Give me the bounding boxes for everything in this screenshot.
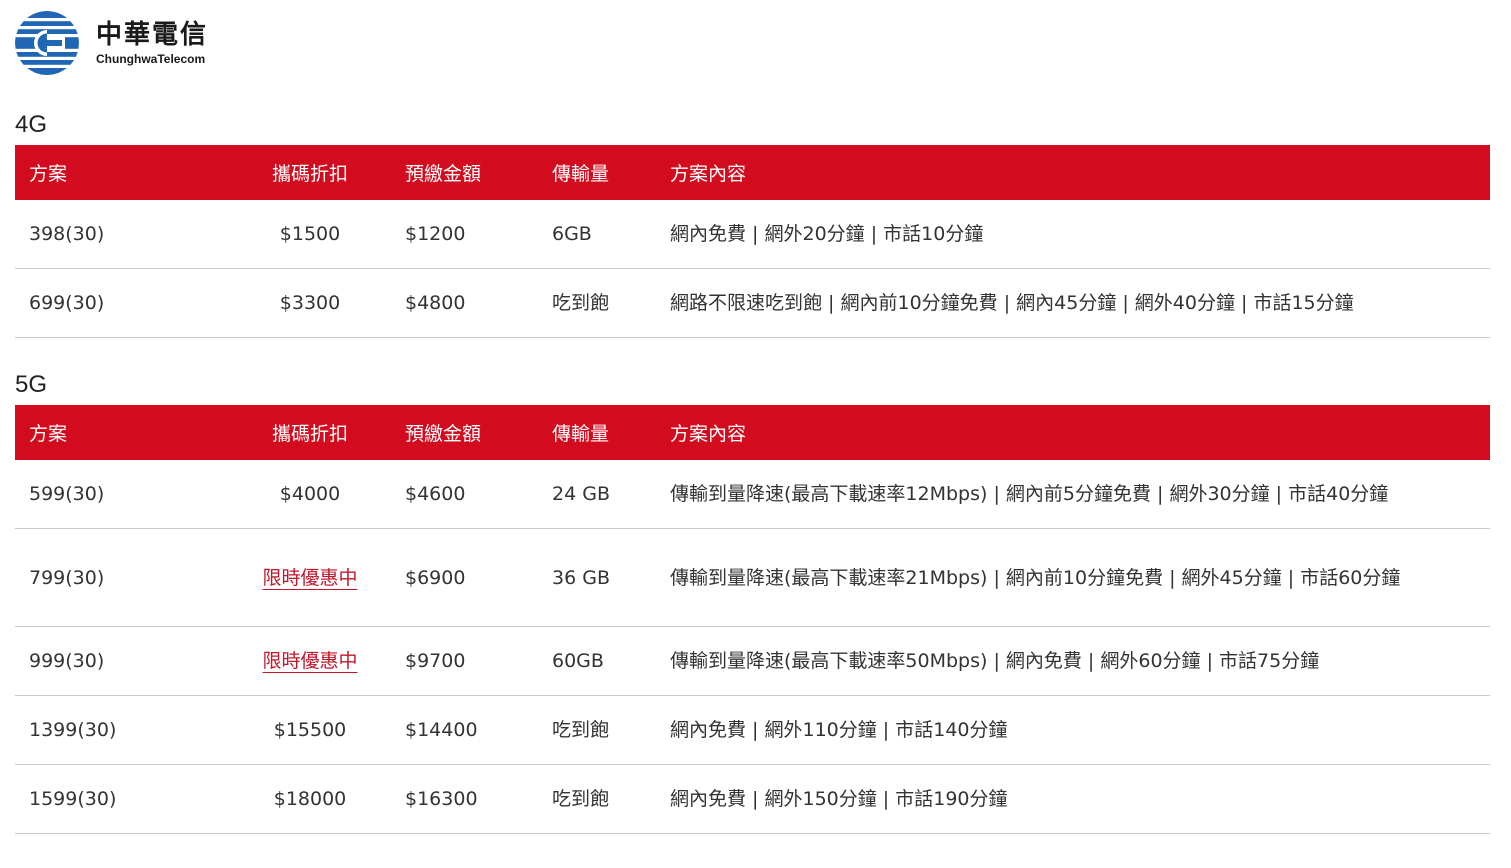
cell-content: 網內免費 | 網外20分鐘 | 市話10分鐘 xyxy=(656,200,1490,269)
cell-discount: $3300 xyxy=(229,268,391,338)
cell-discount: 限時優惠中 xyxy=(229,528,391,627)
table-row: 1599(30) $18000 $16300 吃到飽 網內免費 | 網外150分… xyxy=(15,764,1490,834)
cell-data: 吃到飽 xyxy=(538,268,656,338)
cell-discount: 限時優惠中 xyxy=(229,626,391,696)
cell-plan: 699(30) xyxy=(15,268,229,338)
plan-section-5g: 5G 方案 攜碼折扣 預繳金額 傳輸量 方案內容 599(30) $4000 $… xyxy=(15,365,1490,834)
table-row: 1399(30) $15500 $14400 吃到飽 網內免費 | 網外110分… xyxy=(15,695,1490,765)
column-header-plan: 方案 xyxy=(15,405,229,460)
limited-offer-link[interactable]: 限時優惠中 xyxy=(262,650,357,672)
table-header-row: 方案 攜碼折扣 預繳金額 傳輸量 方案內容 xyxy=(15,405,1490,460)
column-header-data: 傳輸量 xyxy=(538,145,656,200)
column-header-discount: 攜碼折扣 xyxy=(229,145,391,200)
plan-table-4g: 方案 攜碼折扣 預繳金額 傳輸量 方案內容 398(30) $1500 $120… xyxy=(15,145,1490,338)
cell-prepay: $6900 xyxy=(391,528,538,627)
cell-discount: $4000 xyxy=(229,460,391,529)
cell-data: 60GB xyxy=(538,626,656,696)
cell-content: 網內免費 | 網外150分鐘 | 市話190分鐘 xyxy=(656,764,1490,834)
table-row: 699(30) $3300 $4800 吃到飽 網路不限速吃到飽 | 網內前10… xyxy=(15,268,1490,338)
cell-content: 傳輸到量降速(最高下載速率21Mbps) | 網內前10分鐘免費 | 網外45分… xyxy=(656,528,1490,627)
cell-plan: 799(30) xyxy=(15,528,229,627)
cell-content: 網路不限速吃到飽 | 網內前10分鐘免費 | 網內45分鐘 | 網外40分鐘 |… xyxy=(656,268,1490,338)
cell-content: 網內免費 | 網外110分鐘 | 市話140分鐘 xyxy=(656,695,1490,765)
cell-prepay: $16300 xyxy=(391,764,538,834)
cell-data: 吃到飽 xyxy=(538,764,656,834)
plan-table-5g: 方案 攜碼折扣 預繳金額 傳輸量 方案內容 599(30) $4000 $460… xyxy=(15,405,1490,834)
column-header-prepay: 預繳金額 xyxy=(391,405,538,460)
section-title: 4G xyxy=(15,111,48,138)
table-row: 398(30) $1500 $1200 6GB 網內免費 | 網外20分鐘 | … xyxy=(15,200,1490,269)
plan-section-4g: 4G 方案 攜碼折扣 預繳金額 傳輸量 方案內容 398(30) $1500 $… xyxy=(15,105,1490,338)
column-header-content: 方案內容 xyxy=(656,405,1490,460)
cell-plan: 599(30) xyxy=(15,460,229,529)
table-row: 999(30) 限時優惠中 $9700 60GB 傳輸到量降速(最高下載速率50… xyxy=(15,626,1490,696)
limited-offer-link[interactable]: 限時優惠中 xyxy=(262,567,357,589)
cell-data: 6GB xyxy=(538,200,656,269)
cell-data: 36 GB xyxy=(538,528,656,627)
cell-prepay: $9700 xyxy=(391,626,538,696)
cell-data: 24 GB xyxy=(538,460,656,529)
cell-discount: $1500 xyxy=(229,200,391,269)
cell-data: 吃到飽 xyxy=(538,695,656,765)
table-header-row: 方案 攜碼折扣 預繳金額 傳輸量 方案內容 xyxy=(15,145,1490,200)
page: 中華電信 ChunghwaTelecom 4G 方案 攜碼折扣 預繳金額 傳輸量… xyxy=(0,0,1511,868)
brand-name-cn: 中華電信 xyxy=(96,20,209,50)
brand-name-en: ChunghwaTelecom xyxy=(96,52,206,66)
cell-content: 傳輸到量降速(最高下載速率12Mbps) | 網內前5分鐘免費 | 網外30分鐘… xyxy=(656,460,1490,529)
column-header-prepay: 預繳金額 xyxy=(391,145,538,200)
cell-prepay: $4800 xyxy=(391,268,538,338)
column-header-content: 方案內容 xyxy=(656,145,1490,200)
cell-discount: $15500 xyxy=(229,695,391,765)
cell-plan: 398(30) xyxy=(15,200,229,269)
cell-discount: $18000 xyxy=(229,764,391,834)
table-row: 799(30) 限時優惠中 $6900 36 GB 傳輸到量降速(最高下載速率2… xyxy=(15,528,1490,627)
cell-prepay: $4600 xyxy=(391,460,538,529)
column-header-data: 傳輸量 xyxy=(538,405,656,460)
chunghwa-globe-icon xyxy=(15,11,79,75)
column-header-discount: 攜碼折扣 xyxy=(229,405,391,460)
table-row: 599(30) $4000 $4600 24 GB 傳輸到量降速(最高下載速率1… xyxy=(15,460,1490,529)
column-header-plan: 方案 xyxy=(15,145,229,200)
cell-prepay: $1200 xyxy=(391,200,538,269)
cell-plan: 1399(30) xyxy=(15,695,229,765)
cell-content: 傳輸到量降速(最高下載速率50Mbps) | 網內免費 | 網外60分鐘 | 市… xyxy=(656,626,1490,696)
chunghwa-telecom-logo[interactable]: 中華電信 ChunghwaTelecom xyxy=(14,10,208,76)
cell-plan: 999(30) xyxy=(15,626,229,696)
section-title: 5G xyxy=(15,371,48,398)
cell-plan: 1599(30) xyxy=(15,764,229,834)
cell-prepay: $14400 xyxy=(391,695,538,765)
